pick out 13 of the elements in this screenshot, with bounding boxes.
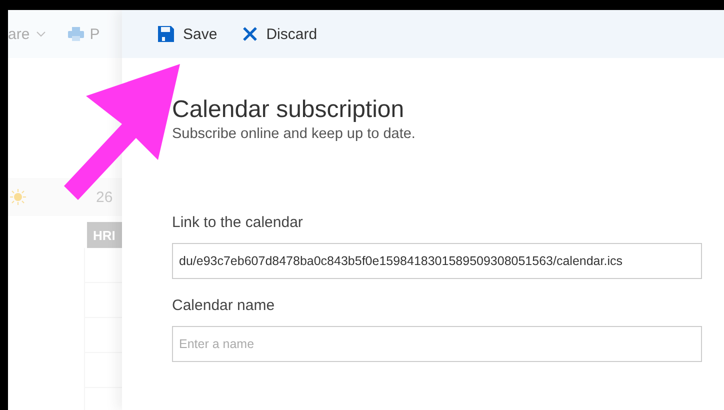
printer-icon bbox=[68, 27, 84, 41]
input-field[interactable]: Enter a name bbox=[172, 326, 702, 362]
panel-subtitle: Subscribe online and keep up to date. bbox=[172, 126, 416, 142]
save-button[interactable]: Save bbox=[158, 26, 218, 42]
chevron-icon bbox=[36, 31, 46, 37]
field-label: Calendar name bbox=[172, 297, 276, 314]
discard-button[interactable]: Discard bbox=[243, 26, 318, 42]
field-label: Link to the calendar bbox=[172, 214, 304, 231]
sun-icon bbox=[10, 189, 26, 205]
input-field[interactable]: du/e93c7eb607d8478ba0c843b5f0e1598418301589509308051563/calendar.ics bbox=[172, 243, 702, 279]
panel-title: Calendar subscription bbox=[172, 96, 406, 124]
save-icon bbox=[158, 26, 174, 42]
close-icon bbox=[243, 27, 258, 41]
